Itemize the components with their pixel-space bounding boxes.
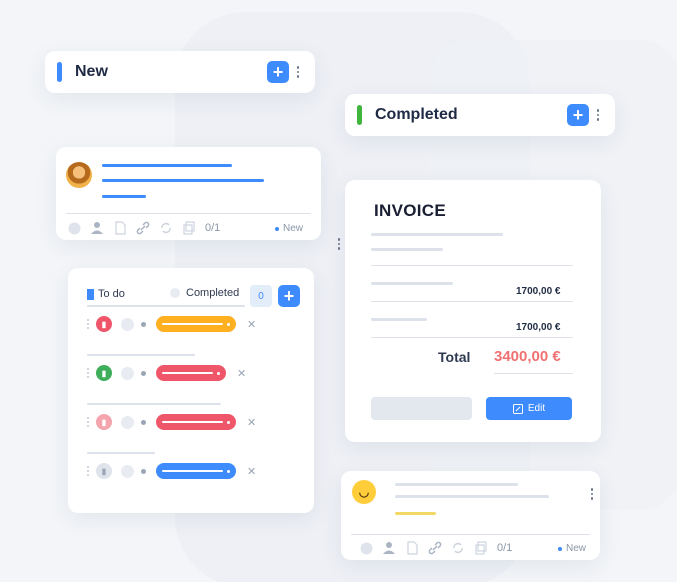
copy-icon[interactable] [474,541,488,555]
status-badge: New [275,223,303,234]
completed-counter: 0 [250,285,272,307]
checkbox[interactable] [121,464,134,478]
text-placeholder-line [371,318,427,321]
completed-heading: Completed [170,287,239,299]
column-title: New [75,63,108,80]
text-placeholder-line [371,233,503,236]
add-card-button[interactable]: + [567,104,589,126]
add-card-button[interactable]: + [267,61,289,83]
bullet-icon [141,419,146,425]
card-toolbar: 0/1 [359,541,512,555]
task-pill[interactable] [156,365,226,381]
file-icon[interactable] [113,221,127,235]
info-icon[interactable] [67,221,81,235]
drag-handle-icon[interactable] [87,367,91,379]
info-icon[interactable] [359,541,373,555]
divider [351,534,590,535]
bullet-icon [141,468,146,474]
text-placeholder-line [395,495,549,498]
user-icon[interactable] [90,221,104,235]
divider [66,213,311,214]
todo-heading: To do [87,288,125,300]
checklist-item[interactable]: ▮ ✕ [87,365,246,381]
task-card[interactable]: 0/1 New [56,147,321,240]
text-placeholder-line [102,164,232,167]
subtask-count: 0/1 [205,222,221,234]
column-header-completed[interactable]: Completed + [345,94,615,136]
divider [494,373,573,374]
subtask-count: 0/1 [497,542,513,554]
divider [371,337,573,338]
column-color-bar [57,62,62,82]
card-toolbar: 0/1 [67,221,220,235]
priority-icon: ▮ [96,365,112,381]
total-label: Total [438,349,471,365]
checkbox[interactable] [121,415,134,429]
divider [87,305,245,307]
task-pill[interactable] [156,316,236,332]
bullet-icon [141,370,146,376]
divider [371,301,573,302]
priority-icon: ▮ [96,463,112,479]
invoice-card[interactable]: INVOICE 1700,00 € 1700,00 € Total 3400,0… [345,180,601,442]
secondary-button[interactable] [371,397,472,420]
column-color-bar [357,105,362,125]
laughing-emoji-icon: ◡ [352,480,376,504]
drag-handle-icon[interactable] [87,318,91,330]
repeat-icon[interactable] [159,221,173,235]
text-placeholder-line [102,179,264,182]
avatar [66,162,92,188]
priority-icon: ▮ [96,414,112,430]
more-options-icon[interactable] [293,65,303,79]
text-placeholder-line [371,282,453,285]
line-amount: 1700,00 € [516,322,561,333]
status-badge: New [558,543,586,554]
text-placeholder-line [395,483,518,486]
text-placeholder-line [87,403,221,405]
edit-icon [512,403,523,414]
checkbox[interactable] [121,317,134,331]
more-options-icon[interactable] [593,108,603,122]
total-value: 3400,00 € [494,348,561,365]
line-amount: 1700,00 € [516,286,561,297]
close-icon[interactable]: ✕ [237,367,246,380]
comment-card[interactable]: ◡ 0/1 New [341,471,600,560]
column-title: Completed [375,106,458,123]
copy-icon[interactable] [182,221,196,235]
checklist-item[interactable]: ▮ ✕ [87,414,256,430]
text-placeholder-line [395,512,436,515]
edit-button[interactable]: Edit [486,397,572,420]
checklist-item[interactable]: ▮ ✕ [87,316,256,332]
more-options-icon[interactable] [587,487,597,501]
close-icon[interactable]: ✕ [247,416,256,429]
drag-handle-icon[interactable] [87,465,91,477]
text-placeholder-line [87,354,195,356]
divider [371,265,573,266]
invoice-title: INVOICE [374,201,447,220]
task-pill[interactable] [156,414,236,430]
checkbox[interactable] [121,366,134,380]
checklist-item[interactable]: ▮ ✕ [87,463,256,479]
checklist-card[interactable]: To do Completed 0 + ▮ ✕ ▮ ✕ ▮ ✕ ▮ ✕ [68,268,314,513]
link-icon[interactable] [428,541,442,555]
close-icon[interactable]: ✕ [247,318,256,331]
task-pill[interactable] [156,463,236,479]
text-placeholder-line [371,248,443,251]
user-icon[interactable] [382,541,396,555]
link-icon[interactable] [136,221,150,235]
add-item-button[interactable]: + [278,285,300,307]
drag-handle-icon[interactable] [87,416,91,428]
repeat-icon[interactable] [451,541,465,555]
text-placeholder-line [87,452,155,454]
file-icon[interactable] [405,541,419,555]
close-icon[interactable]: ✕ [247,465,256,478]
column-header-new[interactable]: New + [45,51,315,93]
text-placeholder-line [102,195,146,198]
drag-handle-icon[interactable] [334,237,344,251]
bullet-icon [141,321,146,327]
priority-icon: ▮ [96,316,112,332]
